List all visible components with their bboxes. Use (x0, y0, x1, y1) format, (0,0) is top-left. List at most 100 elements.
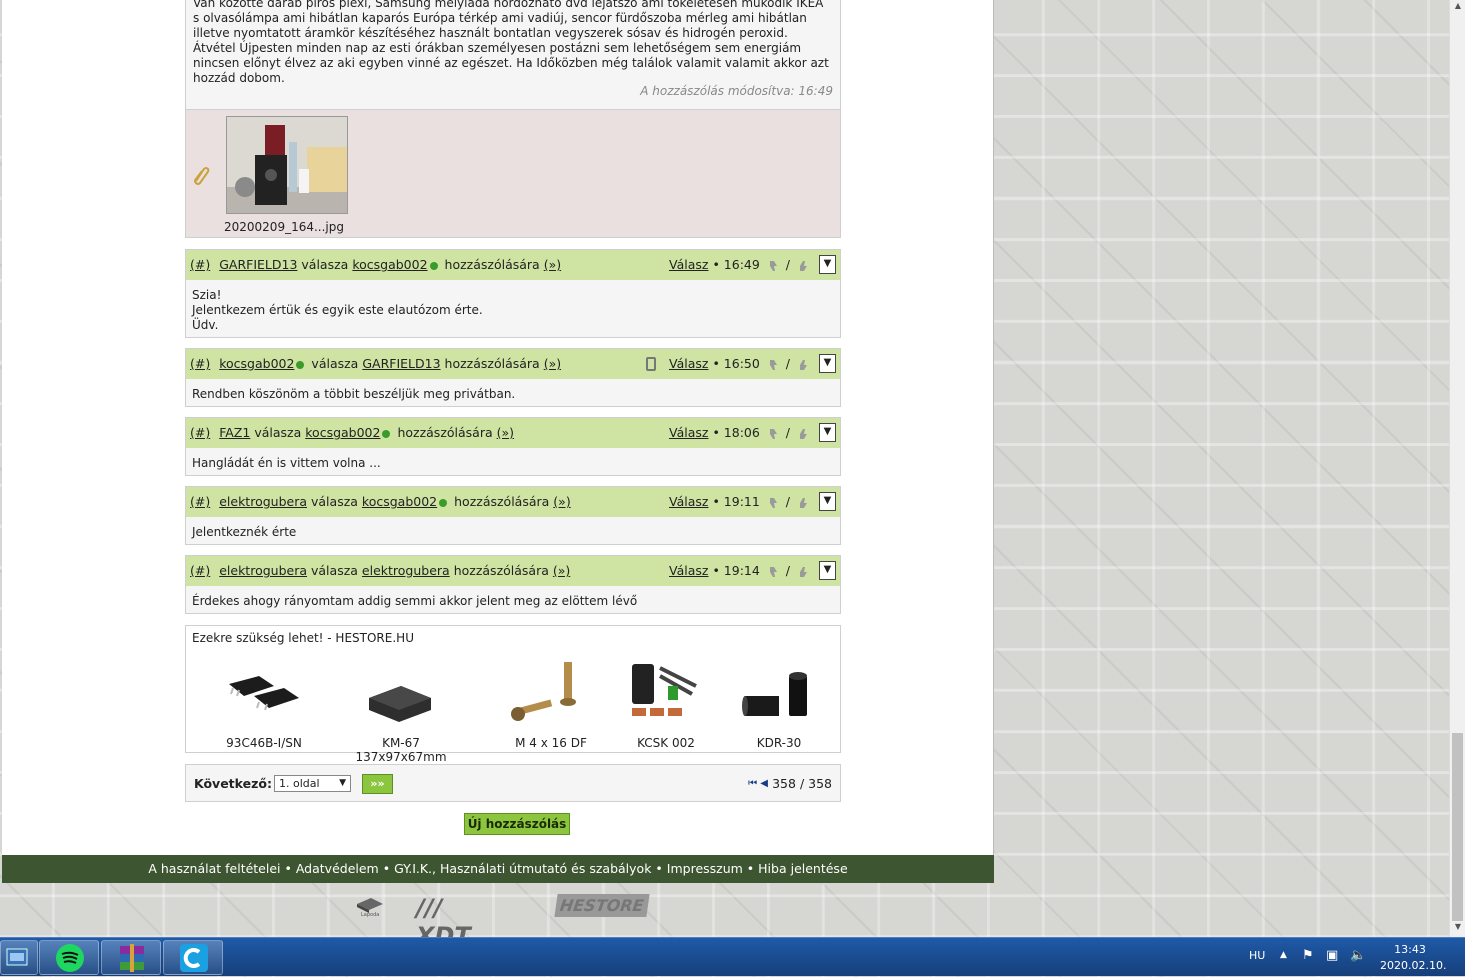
author-link[interactable]: kocsgab002 (219, 356, 294, 371)
mobile-icon (646, 357, 656, 371)
comment-actions: Válasz • 19:14 / (669, 556, 812, 586)
chevron-down-icon[interactable]: ▼ (819, 492, 836, 511)
footer-separator: • (742, 861, 759, 876)
reply-link[interactable]: Válasz (669, 563, 708, 578)
permalink-link[interactable]: (#) (190, 425, 210, 440)
comment-time: • 16:50 (712, 356, 760, 371)
post-line: s olvasólámpa ami hibátlan kaparós Európ… (193, 11, 807, 25)
tray-flag-icon[interactable]: ⚑ (1302, 948, 1314, 963)
footer-separator: • (651, 861, 667, 876)
thumbs-up-icon[interactable] (797, 359, 809, 371)
dropdown-arrow-icon: ▼ (339, 778, 346, 788)
thumbs-down-icon[interactable] (767, 260, 779, 272)
target-link[interactable]: elektrogubera (362, 563, 450, 578)
footer-link-faq[interactable]: GY.I.K., Használati útmutató és szabályo… (394, 861, 651, 876)
product-item[interactable]: KDR-30 (714, 656, 844, 750)
comment: (#) FAZ1 válasza kocsgab002 hozzászólásá… (185, 417, 841, 476)
thumbs-up-icon[interactable] (797, 497, 809, 509)
first-page-icon[interactable]: ⏮ ◀ (748, 778, 768, 789)
product-name[interactable]: 93C46B-I/SN (199, 736, 329, 750)
thumbs-up-icon[interactable] (797, 566, 809, 578)
footer-link-bug-report[interactable]: Hiba jelentése (758, 861, 847, 876)
hestore-logo[interactable]: HESTORE (554, 894, 650, 917)
thumbs-up-icon[interactable] (797, 260, 809, 272)
vote-separator: / (785, 494, 791, 509)
page-select[interactable]: 1. oldal ▼ (274, 775, 351, 792)
parent-link[interactable]: (») (553, 494, 570, 509)
comment-time: • 16:49 (712, 257, 760, 272)
new-comment-button[interactable]: Új hozzászólás (464, 813, 570, 835)
chevron-down-icon[interactable]: ▼ (819, 423, 836, 442)
product-promo: Ezekre szükség lehet! - HESTORE.HU 93C46… (185, 625, 844, 764)
parent-link[interactable]: (») (553, 563, 570, 578)
product-image (601, 656, 731, 736)
thumbs-up-icon[interactable] (797, 428, 809, 440)
reply-link[interactable]: Válasz (669, 257, 708, 272)
footer-separator: • (280, 861, 296, 876)
taskbar-app-explorer[interactable] (0, 940, 38, 975)
tray-overflow-icon[interactable]: ▲ (1280, 950, 1287, 960)
reply-link[interactable]: Válasz (669, 494, 708, 509)
comment-actions: Válasz • 16:49 / (669, 250, 812, 280)
product-name[interactable]: KCSK 002 (601, 736, 731, 750)
footer-link-privacy[interactable]: Adatvédelem (296, 861, 379, 876)
taskbar-app-spotify[interactable] (39, 940, 99, 975)
permalink-link[interactable]: (#) (190, 257, 210, 272)
target-link[interactable]: GARFIELD13 (362, 356, 440, 371)
target-link[interactable]: kocsgab002 (352, 257, 427, 272)
tray-network-icon[interactable]: ▣ (1326, 948, 1338, 963)
thumbs-down-icon[interactable] (767, 566, 779, 578)
permalink-link[interactable]: (#) (190, 494, 210, 509)
chevron-down-icon[interactable]: ▼ (819, 354, 836, 373)
parent-link[interactable]: (») (497, 425, 514, 440)
promo-title: Ezekre szükség lehet! - HESTORE.HU (192, 631, 414, 645)
go-button[interactable]: »» (362, 774, 393, 794)
permalink-link[interactable]: (#) (190, 356, 210, 371)
product-image (486, 656, 616, 736)
clock[interactable]: 13:43 2020.02.10. (1380, 942, 1447, 974)
lapoda-logo[interactable]: Lapoda (355, 894, 385, 918)
post-line: Van közötte darab piros plexi, Samsung m… (193, 0, 824, 10)
author-link[interactable]: GARFIELD13 (219, 257, 297, 272)
thumbs-down-icon[interactable] (767, 497, 779, 509)
comment-text: Rendben köszönöm a többit beszéljük meg … (192, 387, 516, 401)
footer-link-terms[interactable]: A használat feltételei (148, 861, 280, 876)
clock-date: 2020.02.10. (1380, 959, 1447, 972)
chevron-down-icon[interactable]: ▼ (819, 255, 836, 274)
thumbs-down-icon[interactable] (767, 359, 779, 371)
reply-word: válasza (311, 494, 358, 509)
taskbar-app-browser[interactable] (163, 940, 223, 975)
target-link[interactable]: kocsgab002 (362, 494, 437, 509)
chevron-down-icon[interactable]: ▼ (819, 561, 836, 580)
product-name[interactable]: M 4 x 16 DF (486, 736, 616, 750)
attachment-filename[interactable]: 20200209_164...jpg (224, 220, 344, 234)
author-link[interactable]: elektrogubera (219, 563, 307, 578)
permalink-link[interactable]: (#) (190, 563, 210, 578)
tray-volume-icon[interactable]: 🔈 (1350, 948, 1366, 963)
parent-link[interactable]: (») (544, 356, 561, 371)
thumbs-down-icon[interactable] (767, 428, 779, 440)
taskbar-app-winrar[interactable] (101, 940, 161, 975)
product-item[interactable]: KCSK 002 (601, 656, 731, 750)
target-link[interactable]: kocsgab002 (305, 425, 380, 440)
scroll-up-icon[interactable]: ▲ (1452, 1, 1464, 15)
parent-link[interactable]: (») (544, 257, 561, 272)
reply-link[interactable]: Válasz (669, 356, 708, 371)
product-item[interactable]: KM-67 137x97x67mm (336, 656, 466, 764)
input-language[interactable]: HU (1249, 949, 1265, 962)
page-count: 358 / 358 (772, 776, 832, 791)
attachment-thumbnail[interactable] (226, 116, 348, 214)
scroll-down-icon[interactable]: ▼ (1452, 922, 1464, 936)
product-name[interactable]: KDR-30 (714, 736, 844, 750)
author-link[interactable]: elektrogubera (219, 494, 307, 509)
scroll-thumb[interactable] (1452, 733, 1463, 921)
footer-link-imprint[interactable]: Impresszum (667, 861, 743, 876)
reply-link[interactable]: Válasz (669, 425, 708, 440)
author-link[interactable]: FAZ1 (219, 425, 250, 440)
product-name[interactable]: KM-67 137x97x67mm (336, 736, 466, 764)
product-item[interactable]: M 4 x 16 DF (486, 656, 616, 750)
vertical-scrollbar[interactable]: ▲ ▼ (1449, 0, 1465, 937)
product-item[interactable]: 93C46B-I/SN (199, 656, 329, 750)
comment-time: • 19:11 (712, 494, 760, 509)
comment-body: Érdekes ahogy rányomtam addig semmi akko… (186, 586, 840, 615)
